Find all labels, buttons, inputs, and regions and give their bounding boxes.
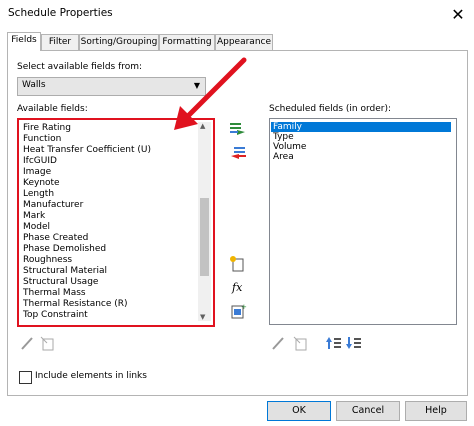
- list-item[interactable]: Thermal Resistance (R): [23, 299, 128, 310]
- list-item[interactable]: Area: [273, 152, 294, 162]
- list-item[interactable]: Model: [23, 222, 50, 233]
- list-item[interactable]: Top Constraint: [23, 310, 88, 321]
- help-button[interactable]: Help: [405, 401, 467, 421]
- list-item[interactable]: Keynote: [23, 178, 60, 189]
- list-item[interactable]: Length: [23, 189, 54, 200]
- combine-parameters-icon[interactable]: +: [229, 303, 247, 319]
- select-from-label: Select available fields from:: [17, 62, 143, 72]
- list-item[interactable]: Phase Created: [23, 233, 88, 244]
- include-links-label: Include elements in links: [35, 371, 147, 381]
- ok-button[interactable]: OK: [267, 401, 331, 421]
- remove-field-icon[interactable]: [229, 145, 247, 161]
- scheduled-fields-list[interactable]: Family Type Volume Area: [269, 118, 457, 325]
- list-item-selected[interactable]: Family: [271, 122, 451, 132]
- available-fields-list[interactable]: Fire Rating Function Heat Transfer Coeff…: [17, 118, 215, 327]
- list-item[interactable]: Structural Material: [23, 266, 107, 277]
- list-item[interactable]: IfcGUID: [23, 156, 57, 167]
- list-item[interactable]: Image: [23, 167, 51, 178]
- tab-filter[interactable]: Filter: [41, 34, 79, 50]
- include-links-checkbox[interactable]: [19, 371, 32, 384]
- scheduled-fields-label: Scheduled fields (in order):: [269, 104, 392, 114]
- calculated-value-icon[interactable]: fx: [232, 281, 242, 294]
- tab-sorting-grouping[interactable]: Sorting/Grouping: [79, 34, 159, 50]
- move-down-icon[interactable]: [345, 335, 363, 351]
- tab-fields[interactable]: Fields: [7, 32, 41, 51]
- add-field-icon[interactable]: [229, 121, 247, 137]
- list-item[interactable]: Thermal Mass: [23, 288, 86, 299]
- list-item[interactable]: Function: [23, 134, 61, 145]
- svg-text:+: +: [241, 303, 247, 311]
- add-parameter-icon[interactable]: [229, 256, 247, 272]
- list-item[interactable]: Type: [273, 132, 294, 142]
- category-value: Walls: [22, 80, 46, 90]
- list-item[interactable]: Structural Usage: [23, 277, 98, 288]
- scrollbar[interactable]: ▲ ▼: [198, 122, 211, 321]
- list-item[interactable]: Mark: [23, 211, 45, 222]
- tab-appearance[interactable]: Appearance: [215, 34, 273, 50]
- window-title: Schedule Properties: [8, 7, 113, 19]
- move-up-icon[interactable]: [325, 335, 343, 351]
- tab-formatting[interactable]: Formatting: [159, 34, 215, 50]
- scrollbar-thumb[interactable]: [200, 198, 209, 276]
- cancel-button[interactable]: Cancel: [336, 401, 400, 421]
- list-item[interactable]: Fire Rating: [23, 123, 71, 134]
- list-item[interactable]: Manufacturer: [23, 200, 83, 211]
- close-icon[interactable]: ✕: [446, 4, 470, 26]
- edit-pencil-icon[interactable]: [270, 335, 288, 351]
- delete-parameter-icon[interactable]: [39, 335, 57, 351]
- edit-pencil-icon[interactable]: [19, 335, 37, 351]
- delete-parameter-icon[interactable]: [292, 335, 310, 351]
- scroll-down-icon[interactable]: ▼: [200, 313, 205, 321]
- list-item[interactable]: Heat Transfer Coefficient (U): [23, 145, 151, 156]
- available-fields-label: Available fields:: [17, 104, 88, 114]
- list-item[interactable]: Volume: [273, 142, 306, 152]
- list-item[interactable]: Roughness: [23, 255, 72, 266]
- list-item[interactable]: Phase Demolished: [23, 244, 106, 255]
